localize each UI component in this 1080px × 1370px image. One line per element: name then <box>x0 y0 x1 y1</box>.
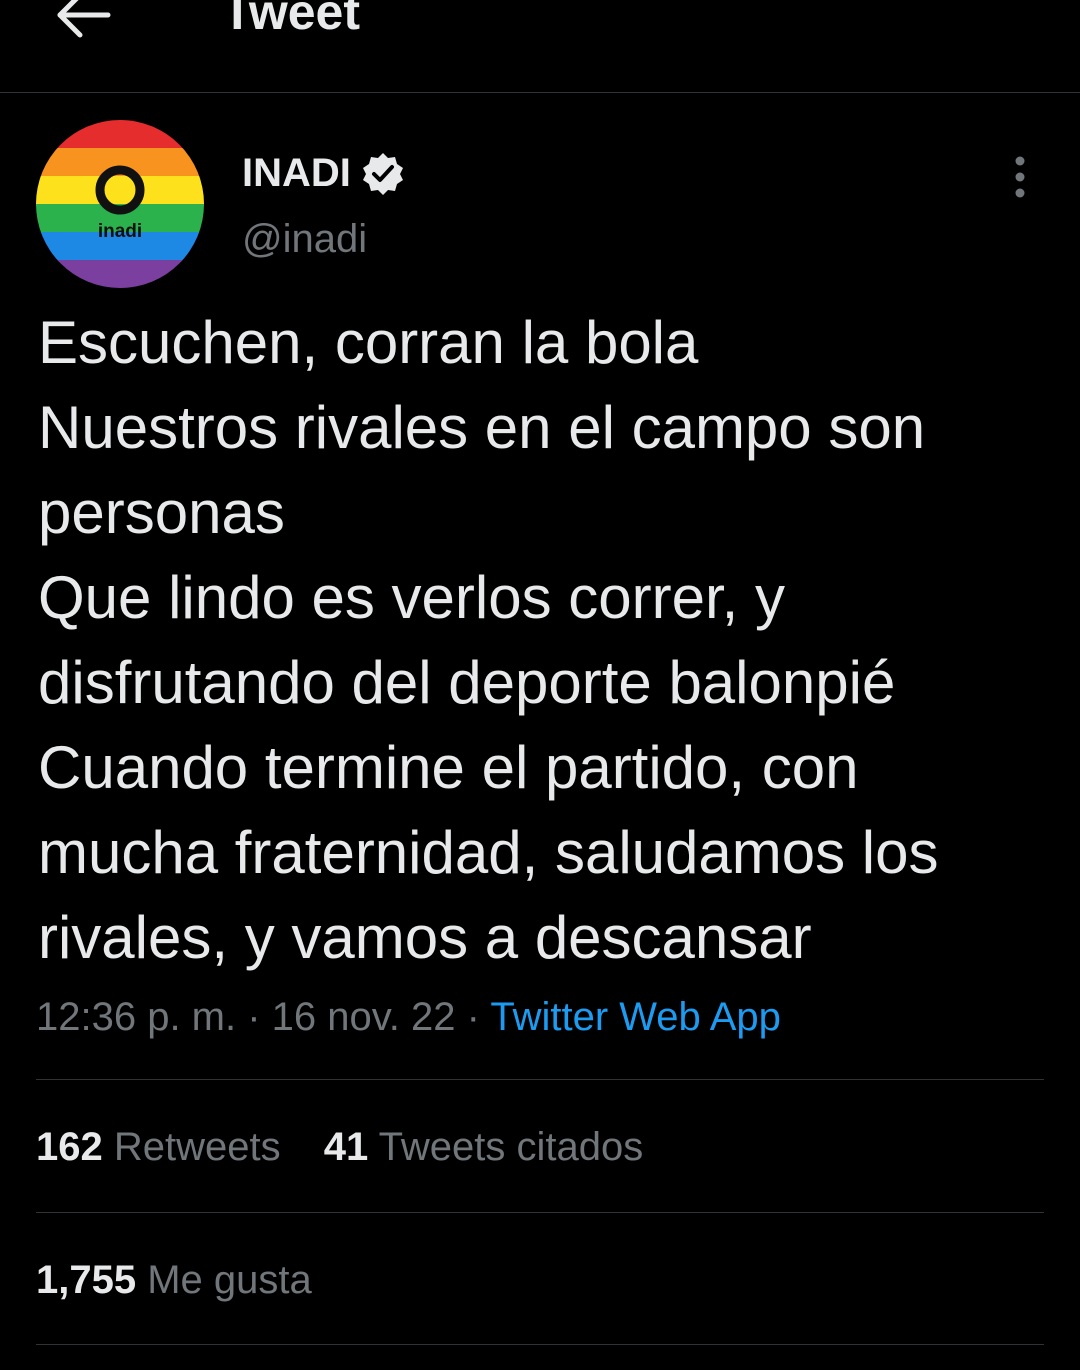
divider <box>36 1344 1044 1345</box>
avatar[interactable]: inadi <box>36 120 204 288</box>
meta-separator: · <box>455 995 491 1039</box>
svg-text:inadi: inadi <box>98 221 142 242</box>
engagement-stats: 162 Retweets 41 Tweets citados <box>36 1122 675 1172</box>
quotes-label: Tweets citados <box>378 1125 644 1169</box>
quotes-count: 41 <box>323 1125 369 1169</box>
divider <box>36 1212 1044 1213</box>
arrow-left-icon <box>57 0 111 38</box>
top-header: Tweet <box>0 0 1080 93</box>
page-title: Tweet <box>222 0 360 40</box>
author-name-row[interactable]: INADI <box>242 148 405 198</box>
tweet-source-link[interactable]: Twitter Web App <box>490 995 781 1039</box>
retweets-label: Retweets <box>113 1125 281 1169</box>
retweets-count: 162 <box>36 1125 103 1169</box>
meta-separator: · <box>236 995 272 1039</box>
author-handle[interactable]: @inadi <box>242 214 367 264</box>
more-options-button[interactable] <box>1000 152 1040 202</box>
divider <box>36 1079 1044 1080</box>
tweet-text: Escuchen, corran la bola Nuestros rivale… <box>38 309 939 971</box>
likes-stat[interactable]: 1,755 Me gusta <box>36 1255 312 1305</box>
verified-badge-icon <box>362 153 403 195</box>
quotes-stat[interactable]: 41 Tweets citados <box>324 1125 643 1169</box>
likes-count: 1,755 <box>36 1258 137 1302</box>
tweet-date[interactable]: 16 nov. 22 <box>272 995 456 1039</box>
more-vertical-icon <box>1015 156 1025 198</box>
likes-label: Me gusta <box>147 1258 312 1302</box>
tweet-meta: 12:36 p. m. · 16 nov. 22 · Twitter Web A… <box>36 992 781 1042</box>
back-button[interactable] <box>56 0 112 40</box>
retweets-stat[interactable]: 162 Retweets <box>36 1125 281 1169</box>
tweet-time[interactable]: 12:36 p. m. <box>36 995 236 1039</box>
author-display-name: INADI <box>242 151 351 195</box>
inadi-logo: inadi <box>36 120 204 288</box>
